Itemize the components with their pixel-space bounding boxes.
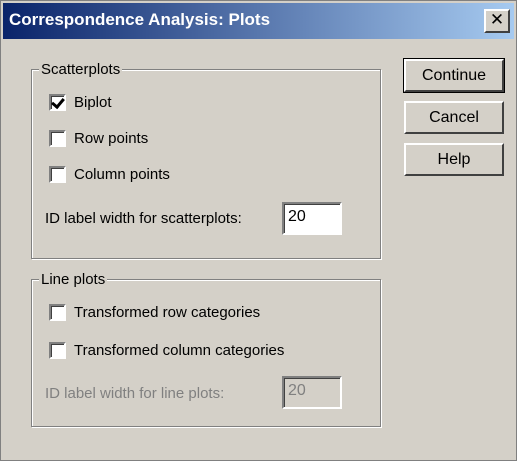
line-id-width-input: 20 xyxy=(282,376,342,409)
line-plots-group-label: Line plots xyxy=(39,271,108,288)
continue-button[interactable]: Continue xyxy=(403,58,505,93)
window-title: Correspondence Analysis: Plots xyxy=(9,10,271,29)
column-points-checkbox[interactable] xyxy=(49,166,66,183)
column-points-label: Column points xyxy=(74,166,170,183)
transformed-column-label: Transformed column categories xyxy=(74,342,285,359)
transformed-row-option[interactable]: Transformed row categories xyxy=(49,304,260,321)
scatter-id-width-input[interactable]: 20 xyxy=(282,202,342,235)
row-points-option[interactable]: Row points xyxy=(49,130,148,147)
column-points-option[interactable]: Column points xyxy=(49,166,170,183)
close-icon: ✕ xyxy=(489,10,505,30)
row-points-label: Row points xyxy=(74,130,149,147)
cancel-button[interactable]: Cancel xyxy=(404,101,504,134)
scatterplots-group-label: Scatterplots xyxy=(39,61,123,78)
scatter-id-width-value: 20 xyxy=(288,208,306,225)
scatter-id-width-label: ID label width for scatterplots: xyxy=(45,210,242,227)
title-bar[interactable]: Correspondence Analysis: Plots ✕ xyxy=(3,3,514,39)
transformed-column-checkbox[interactable] xyxy=(49,342,66,359)
biplot-option[interactable]: Biplot xyxy=(49,94,112,111)
close-button[interactable]: ✕ xyxy=(484,9,510,33)
dialog-window: Correspondence Analysis: Plots ✕ Scatter… xyxy=(0,0,517,461)
line-id-width-label: ID label width for line plots: xyxy=(45,385,225,402)
transformed-row-label: Transformed row categories xyxy=(74,304,261,321)
biplot-checkbox[interactable] xyxy=(49,94,66,111)
transformed-row-checkbox[interactable] xyxy=(49,304,66,321)
transformed-column-option[interactable]: Transformed column categories xyxy=(49,342,284,359)
row-points-checkbox[interactable] xyxy=(49,130,66,147)
line-id-width-value: 20 xyxy=(288,382,306,399)
biplot-label: Biplot xyxy=(74,94,112,111)
help-button[interactable]: Help xyxy=(404,143,504,176)
